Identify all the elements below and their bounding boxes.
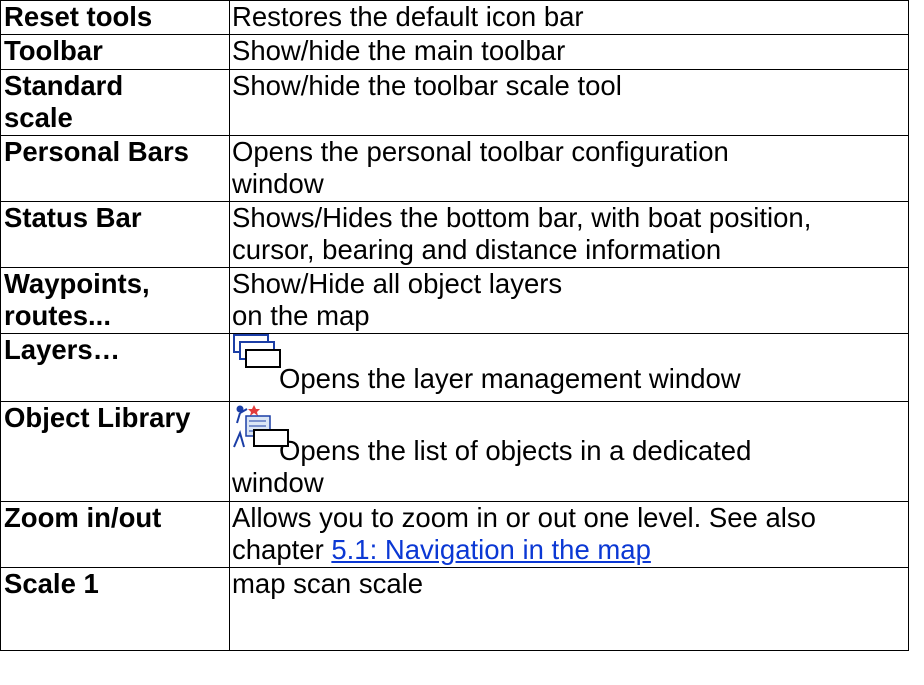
term-text: Zoom in/out	[4, 502, 162, 534]
description-cell: Opens the list of objects in a dedicated…	[229, 401, 909, 502]
term-text: routes...	[4, 300, 111, 331]
layers-icon	[232, 334, 292, 382]
term-text: Object Library	[4, 402, 191, 434]
description-text: window	[232, 168, 324, 199]
description-cell: Allows you to zoom in or out one level. …	[229, 501, 909, 568]
table-row: Toolbar Show/hide the main toolbar	[0, 34, 909, 70]
term-text: Reset tools	[4, 1, 153, 33]
description-text: Shows/Hides the bottom bar, with boat po…	[232, 202, 812, 234]
table-row: Zoom in/out Allows you to zoom in or out…	[0, 501, 909, 568]
table-row: Standard scale Show/hide the toolbar sca…	[0, 69, 909, 136]
description-cell: Show/hide the main toolbar	[229, 34, 909, 70]
term-cell: Status Bar	[0, 201, 230, 268]
description-text: Show/Hide all object layers	[232, 268, 563, 300]
table-row: Scale 1 map scan scale	[0, 567, 909, 651]
term-text: Scale 1	[4, 568, 99, 600]
table-row: Waypoints, routes... Show/Hide all objec…	[0, 267, 909, 334]
term-text: Toolbar	[4, 35, 103, 67]
term-cell: Standard scale	[0, 69, 230, 136]
term-cell: Layers…	[0, 333, 230, 402]
description-text: window	[232, 467, 324, 498]
term-text: Waypoints,	[4, 268, 150, 300]
term-text: Personal Bars	[4, 136, 189, 168]
description-text: Allows you to zoom in or out one level. …	[232, 502, 816, 534]
object-library-icon	[232, 403, 294, 456]
description-cell: Opens the personal toolbar configuration…	[229, 135, 909, 202]
term-text: Layers…	[4, 334, 121, 366]
term-cell: Scale 1	[0, 567, 230, 651]
description-cell: Shows/Hides the bottom bar, with boat po…	[229, 201, 909, 268]
description-text: Opens the list of objects in a dedicated	[279, 435, 752, 466]
term-cell: Toolbar	[0, 34, 230, 70]
description-text: Opens the personal toolbar configuration	[232, 136, 729, 168]
description-line-with-link: chapter 5.1: Navigation in the map	[232, 534, 908, 566]
table-row: Layers… Opens the layer management windo…	[0, 333, 909, 402]
term-text: Status Bar	[4, 202, 142, 234]
description-text: cursor, bearing and distance information	[232, 234, 722, 265]
description-text: Restores the default icon bar	[232, 1, 584, 33]
table-row: Personal Bars Opens the personal toolbar…	[0, 135, 909, 202]
term-text: Standard	[4, 70, 124, 102]
term-cell: Personal Bars	[0, 135, 230, 202]
description-text: on the map	[232, 300, 370, 331]
description-text: chapter	[232, 534, 332, 565]
description-cell: Restores the default icon bar	[229, 0, 909, 35]
table-row: Object Library Opens the list of objects…	[0, 401, 909, 502]
table-row: Reset tools Restores the default icon ba…	[0, 0, 909, 35]
description-cell: map scan scale	[229, 567, 909, 651]
chapter-link[interactable]: 5.1: Navigation in the map	[331, 534, 651, 565]
description-text: map scan scale	[232, 568, 424, 600]
description-text: Show/hide the main toolbar	[232, 35, 566, 67]
description-cell: Show/Hide all object layers on the map	[229, 267, 909, 334]
description-cell: Opens the layer management window	[229, 333, 909, 402]
term-cell: Waypoints, routes...	[0, 267, 230, 334]
description-text: Opens the layer management window	[279, 363, 741, 394]
table-row: Status Bar Shows/Hides the bottom bar, w…	[0, 201, 909, 268]
description-text: Show/hide the toolbar scale tool	[232, 70, 622, 102]
term-cell: Zoom in/out	[0, 501, 230, 568]
description-cell: Show/hide the toolbar scale tool	[229, 69, 909, 136]
term-cell: Reset tools	[0, 0, 230, 35]
shortcut-description-table: Reset tools Restores the default icon ba…	[0, 0, 909, 651]
term-text: scale	[4, 102, 73, 133]
term-cell: Object Library	[0, 401, 230, 502]
